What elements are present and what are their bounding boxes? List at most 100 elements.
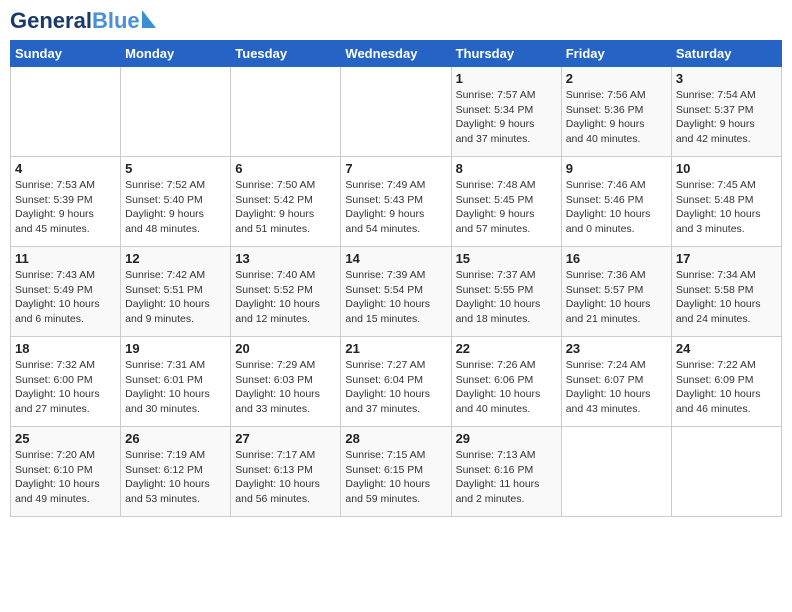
calendar-cell — [671, 427, 781, 517]
day-number: 22 — [456, 341, 557, 356]
day-info: Sunrise: 7:15 AM Sunset: 6:15 PM Dayligh… — [345, 448, 446, 507]
day-info: Sunrise: 7:46 AM Sunset: 5:46 PM Dayligh… — [566, 178, 667, 237]
day-number: 11 — [15, 251, 116, 266]
day-info: Sunrise: 7:57 AM Sunset: 5:34 PM Dayligh… — [456, 88, 557, 147]
day-info: Sunrise: 7:20 AM Sunset: 6:10 PM Dayligh… — [15, 448, 116, 507]
day-info: Sunrise: 7:37 AM Sunset: 5:55 PM Dayligh… — [456, 268, 557, 327]
day-number: 20 — [235, 341, 336, 356]
day-info: Sunrise: 7:40 AM Sunset: 5:52 PM Dayligh… — [235, 268, 336, 327]
calendar-cell: 24Sunrise: 7:22 AM Sunset: 6:09 PM Dayli… — [671, 337, 781, 427]
day-number: 12 — [125, 251, 226, 266]
calendar-cell: 13 Sunrise: 7:40 AM Sunset: 5:52 PM Dayli… — [231, 247, 341, 337]
day-number: 7 — [345, 161, 446, 176]
day-info: Sunrise: 7:52 AM Sunset: 5:40 PM Dayligh… — [125, 178, 226, 237]
day-number: 18 — [15, 341, 116, 356]
calendar-cell: 14 Sunrise: 7:39 AM Sunset: 5:54 PM Dayli… — [341, 247, 451, 337]
calendar-cell: 29 Sunrise: 7:13 AM Sunset: 6:16 PM Dayli… — [451, 427, 561, 517]
day-number: 24 — [676, 341, 777, 356]
day-info: Sunrise: 7:56 AM Sunset: 5:36 PM Dayligh… — [566, 88, 667, 147]
day-number: 25 — [15, 431, 116, 446]
day-info: Sunrise: 7:53 AM Sunset: 5:39 PM Dayligh… — [15, 178, 116, 237]
calendar-cell: 28 Sunrise: 7:15 AM Sunset: 6:15 PM Dayli… — [341, 427, 451, 517]
weekday-header-friday: Friday — [561, 41, 671, 67]
weekday-header-wednesday: Wednesday — [341, 41, 451, 67]
week-row-4: 18Sunrise: 7:32 AM Sunset: 6:00 PM Dayli… — [11, 337, 782, 427]
day-number: 28 — [345, 431, 446, 446]
day-number: 27 — [235, 431, 336, 446]
calendar-cell — [121, 67, 231, 157]
day-info: Sunrise: 7:54 AM Sunset: 5:37 PM Dayligh… — [676, 88, 777, 147]
day-info: Sunrise: 7:43 AM Sunset: 5:49 PM Dayligh… — [15, 268, 116, 327]
logo-text: GeneralBlue — [10, 10, 140, 32]
weekday-header-tuesday: Tuesday — [231, 41, 341, 67]
day-number: 21 — [345, 341, 446, 356]
calendar-table: SundayMondayTuesdayWednesdayThursdayFrid… — [10, 40, 782, 517]
calendar-cell: 9 Sunrise: 7:46 AM Sunset: 5:46 PM Daylig… — [561, 157, 671, 247]
weekday-header-saturday: Saturday — [671, 41, 781, 67]
week-row-1: 1 Sunrise: 7:57 AM Sunset: 5:34 PM Daylig… — [11, 67, 782, 157]
day-info: Sunrise: 7:24 AM Sunset: 6:07 PM Dayligh… — [566, 358, 667, 417]
calendar-cell — [11, 67, 121, 157]
header: GeneralBlue — [10, 10, 782, 32]
day-info: Sunrise: 7:19 AM Sunset: 6:12 PM Dayligh… — [125, 448, 226, 507]
day-number: 8 — [456, 161, 557, 176]
day-info: Sunrise: 7:13 AM Sunset: 6:16 PM Dayligh… — [456, 448, 557, 507]
calendar-cell: 25 Sunrise: 7:20 AM Sunset: 6:10 PM Dayli… — [11, 427, 121, 517]
day-number: 2 — [566, 71, 667, 86]
calendar-cell: 17 Sunrise: 7:34 AM Sunset: 5:58 PM Dayli… — [671, 247, 781, 337]
day-info: Sunrise: 7:39 AM Sunset: 5:54 PM Dayligh… — [345, 268, 446, 327]
calendar-cell: 4 Sunrise: 7:53 AM Sunset: 5:39 PM Daylig… — [11, 157, 121, 247]
calendar-cell: 18Sunrise: 7:32 AM Sunset: 6:00 PM Dayli… — [11, 337, 121, 427]
calendar-cell: 23 Sunrise: 7:24 AM Sunset: 6:07 PM Dayli… — [561, 337, 671, 427]
day-number: 14 — [345, 251, 446, 266]
weekday-header-monday: Monday — [121, 41, 231, 67]
calendar-cell: 19 Sunrise: 7:31 AM Sunset: 6:01 PM Dayli… — [121, 337, 231, 427]
day-info: Sunrise: 7:45 AM Sunset: 5:48 PM Dayligh… — [676, 178, 777, 237]
calendar-cell: 3 Sunrise: 7:54 AM Sunset: 5:37 PM Daylig… — [671, 67, 781, 157]
calendar-cell: 11 Sunrise: 7:43 AM Sunset: 5:49 PM Dayli… — [11, 247, 121, 337]
day-number: 19 — [125, 341, 226, 356]
day-number: 15 — [456, 251, 557, 266]
calendar-cell: 7 Sunrise: 7:49 AM Sunset: 5:43 PM Daylig… — [341, 157, 451, 247]
day-number: 9 — [566, 161, 667, 176]
calendar-cell — [341, 67, 451, 157]
day-number: 3 — [676, 71, 777, 86]
day-info: Sunrise: 7:31 AM Sunset: 6:01 PM Dayligh… — [125, 358, 226, 417]
day-number: 16 — [566, 251, 667, 266]
week-row-3: 11 Sunrise: 7:43 AM Sunset: 5:49 PM Dayli… — [11, 247, 782, 337]
calendar-cell: 26 Sunrise: 7:19 AM Sunset: 6:12 PM Dayli… — [121, 427, 231, 517]
day-number: 10 — [676, 161, 777, 176]
day-info: Sunrise: 7:42 AM Sunset: 5:51 PM Dayligh… — [125, 268, 226, 327]
day-number: 4 — [15, 161, 116, 176]
day-info: Sunrise: 7:48 AM Sunset: 5:45 PM Dayligh… — [456, 178, 557, 237]
day-info: Sunrise: 7:34 AM Sunset: 5:58 PM Dayligh… — [676, 268, 777, 327]
calendar-cell — [231, 67, 341, 157]
week-row-2: 4 Sunrise: 7:53 AM Sunset: 5:39 PM Daylig… — [11, 157, 782, 247]
calendar-cell: 16 Sunrise: 7:36 AM Sunset: 5:57 PM Dayli… — [561, 247, 671, 337]
logo: GeneralBlue — [10, 10, 156, 32]
calendar-cell: 20 Sunrise: 7:29 AM Sunset: 6:03 PM Dayli… — [231, 337, 341, 427]
day-number: 26 — [125, 431, 226, 446]
calendar-cell: 2 Sunrise: 7:56 AM Sunset: 5:36 PM Daylig… — [561, 67, 671, 157]
day-number: 23 — [566, 341, 667, 356]
day-number: 5 — [125, 161, 226, 176]
calendar-cell: 27Sunrise: 7:17 AM Sunset: 6:13 PM Dayli… — [231, 427, 341, 517]
calendar-cell: 5 Sunrise: 7:52 AM Sunset: 5:40 PM Daylig… — [121, 157, 231, 247]
day-info: Sunrise: 7:49 AM Sunset: 5:43 PM Dayligh… — [345, 178, 446, 237]
weekday-header-thursday: Thursday — [451, 41, 561, 67]
logo-arrow-icon — [142, 10, 156, 28]
week-row-5: 25 Sunrise: 7:20 AM Sunset: 6:10 PM Dayli… — [11, 427, 782, 517]
day-info: Sunrise: 7:26 AM Sunset: 6:06 PM Dayligh… — [456, 358, 557, 417]
day-number: 1 — [456, 71, 557, 86]
calendar-cell: 1 Sunrise: 7:57 AM Sunset: 5:34 PM Daylig… — [451, 67, 561, 157]
calendar-cell — [561, 427, 671, 517]
calendar-cell: 15 Sunrise: 7:37 AM Sunset: 5:55 PM Dayli… — [451, 247, 561, 337]
day-number: 6 — [235, 161, 336, 176]
day-number: 13 — [235, 251, 336, 266]
day-info: Sunrise: 7:29 AM Sunset: 6:03 PM Dayligh… — [235, 358, 336, 417]
day-info: Sunrise: 7:50 AM Sunset: 5:42 PM Dayligh… — [235, 178, 336, 237]
day-info: Sunrise: 7:36 AM Sunset: 5:57 PM Dayligh… — [566, 268, 667, 327]
day-number: 29 — [456, 431, 557, 446]
day-info: Sunrise: 7:27 AM Sunset: 6:04 PM Dayligh… — [345, 358, 446, 417]
day-number: 17 — [676, 251, 777, 266]
